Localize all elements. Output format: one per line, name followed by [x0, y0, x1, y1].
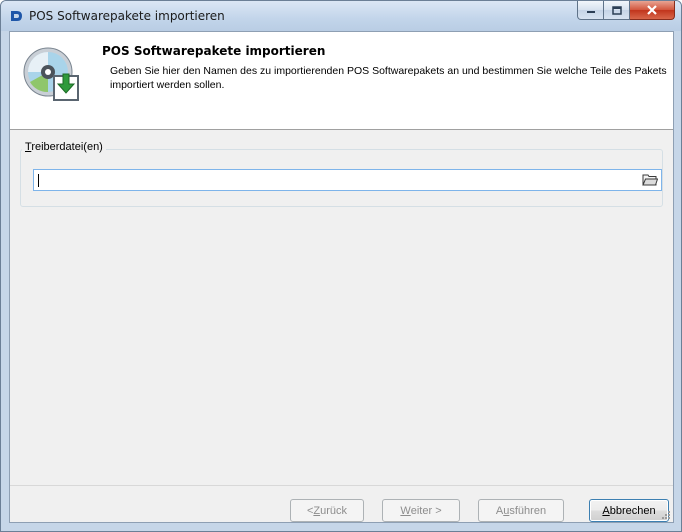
window-title: POS Softwarepakete importieren [29, 9, 225, 23]
wizard-title: POS Softwarepakete importieren [102, 44, 326, 58]
execute-button[interactable]: Au sführen [478, 499, 564, 522]
text-caret [38, 174, 39, 187]
footer-separator [10, 485, 673, 486]
open-folder-icon [642, 174, 658, 186]
dialog-window: POS Softwarepakete importieren POS Softw… [0, 0, 682, 532]
dialog-client-area: POS Softwarepakete importieren Geben Sie… [9, 31, 674, 523]
close-icon [647, 5, 657, 15]
minimize-icon [586, 11, 595, 13]
execute-button-prefix: A [495, 504, 504, 517]
resize-grip-icon[interactable] [661, 510, 671, 520]
driver-files-label: Treiberdatei(en) [22, 141, 106, 153]
next-button-rest: eiter > [410, 504, 442, 517]
close-button[interactable] [630, 1, 675, 20]
back-button-rest: urück [320, 504, 348, 517]
title-bar[interactable]: POS Softwarepakete importieren [1, 1, 681, 31]
back-button-accel: Z [313, 504, 321, 517]
minimize-button[interactable] [577, 1, 604, 20]
driver-files-label-rest: reiberdatei(en) [31, 141, 103, 153]
cancel-button-rest: bbrechen [609, 504, 656, 517]
wizard-description: Geben Sie hier den Namen des zu importie… [110, 65, 667, 91]
back-button[interactable]: < Zurück [290, 499, 364, 522]
wizard-header: POS Softwarepakete importieren Geben Sie… [10, 32, 673, 130]
cd-import-icon [23, 47, 79, 101]
browse-button[interactable] [642, 172, 658, 188]
driver-file-input[interactable] [33, 169, 662, 191]
next-button[interactable]: Weiter > [382, 499, 460, 522]
cancel-button[interactable]: Abbrechen [589, 499, 669, 522]
caption-buttons [577, 1, 675, 21]
maximize-icon [611, 5, 622, 15]
next-button-accel: W [400, 504, 411, 517]
execute-button-rest: sführen [509, 504, 547, 517]
maximize-button[interactable] [604, 1, 630, 20]
app-logo-icon [11, 11, 22, 21]
cancel-button-accel: A [602, 504, 610, 517]
